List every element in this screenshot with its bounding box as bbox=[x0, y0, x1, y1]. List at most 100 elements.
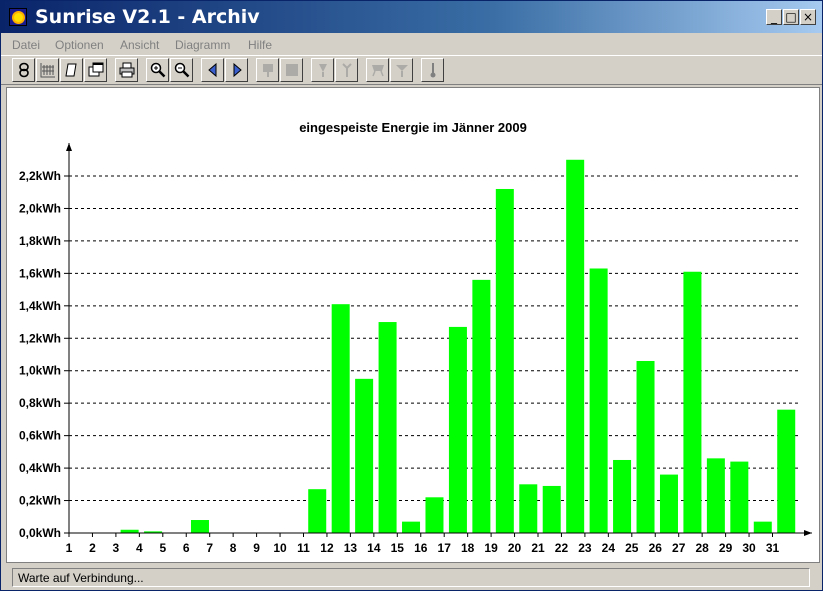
bar-day-16 bbox=[425, 497, 444, 533]
x-tick-label: 4 bbox=[136, 541, 143, 555]
x-tick-label: 12 bbox=[320, 541, 334, 555]
bar-day-26 bbox=[659, 474, 678, 533]
tool-d-button[interactable] bbox=[390, 58, 413, 82]
zoom-out-icon bbox=[174, 62, 190, 78]
bar-day-18 bbox=[472, 279, 491, 533]
x-tick-label: 5 bbox=[159, 541, 166, 555]
bar-day-30 bbox=[753, 521, 772, 533]
zoom-in-button[interactable] bbox=[146, 58, 169, 82]
bar-day-23 bbox=[589, 268, 608, 533]
grid-button[interactable] bbox=[36, 58, 59, 82]
x-tick-label: 22 bbox=[555, 541, 569, 555]
square-icon bbox=[286, 64, 298, 76]
connect-button[interactable] bbox=[12, 58, 35, 82]
menu-hilfe[interactable]: Hilfe bbox=[248, 38, 272, 52]
x-tick-label: 30 bbox=[742, 541, 756, 555]
x-tick-label: 16 bbox=[414, 541, 428, 555]
y-tick-label: 1,0kWh bbox=[19, 364, 61, 378]
menu-ansicht[interactable]: Ansicht bbox=[120, 38, 159, 52]
chart-title: eingespeiste Energie im Jänner 2009 bbox=[299, 120, 527, 135]
x-tick-label: 7 bbox=[206, 541, 213, 555]
bar-day-27 bbox=[683, 271, 702, 533]
x-tick-label: 13 bbox=[344, 541, 358, 555]
y-tick-label: 2,2kWh bbox=[19, 169, 61, 183]
x-tick-label: 31 bbox=[766, 541, 780, 555]
status-bar: Warte auf Verbindung... bbox=[1, 565, 822, 590]
y-tick-label: 2,0kWh bbox=[19, 201, 61, 215]
tool-d-icon bbox=[396, 65, 408, 77]
x-tick-label: 3 bbox=[113, 541, 120, 555]
x-axis-arrow bbox=[804, 530, 812, 536]
bar-day-28 bbox=[706, 458, 725, 533]
toolbar bbox=[1, 55, 822, 85]
y-tick-label: 0,2kWh bbox=[19, 494, 61, 508]
x-tick-label: 19 bbox=[484, 541, 498, 555]
x-tick-label: 26 bbox=[649, 541, 663, 555]
marker-button[interactable] bbox=[256, 58, 279, 82]
thermometer-icon bbox=[430, 63, 436, 78]
sun-icon bbox=[9, 8, 27, 26]
x-tick-label: 1 bbox=[66, 541, 73, 555]
y-tick-label: 1,8kWh bbox=[19, 234, 61, 248]
menu-bar: Datei Optionen Ansicht Diagramm Hilfe bbox=[1, 35, 822, 55]
y-tick-label: 1,6kWh bbox=[19, 266, 61, 280]
tool-c-button[interactable] bbox=[366, 58, 389, 82]
bar-day-15 bbox=[402, 521, 421, 533]
previous-button[interactable] bbox=[201, 58, 224, 82]
minimize-button[interactable]: _ bbox=[766, 9, 782, 25]
menu-datei[interactable]: Datei bbox=[12, 38, 40, 52]
square-button[interactable] bbox=[280, 58, 303, 82]
x-tick-label: 28 bbox=[695, 541, 709, 555]
y-tick-label: 0,0kWh bbox=[19, 526, 61, 540]
x-tick-label: 11 bbox=[297, 541, 310, 555]
grid-icon bbox=[40, 63, 55, 78]
windows-button[interactable] bbox=[84, 58, 107, 82]
energy-bar-chart: eingespeiste Energie im Jänner 2009 0,0kW… bbox=[19, 120, 812, 555]
tool-b-button[interactable] bbox=[335, 58, 358, 82]
bar-day-19 bbox=[495, 188, 514, 533]
x-tick-label: 2 bbox=[89, 541, 96, 555]
y-tick-label: 0,4kWh bbox=[19, 461, 61, 475]
bar-day-17 bbox=[448, 326, 467, 533]
bar-day-31 bbox=[777, 409, 796, 533]
x-tick-label: 8 bbox=[230, 541, 237, 555]
next-button[interactable] bbox=[225, 58, 248, 82]
y-tick-label: 1,2kWh bbox=[19, 331, 61, 345]
bar-day-6 bbox=[190, 520, 209, 533]
bar-day-14 bbox=[378, 322, 397, 533]
bar-day-25 bbox=[636, 360, 655, 533]
zoom-in-icon bbox=[150, 62, 166, 78]
bar-day-24 bbox=[613, 459, 632, 533]
bar-day-12 bbox=[331, 304, 350, 533]
tool-a-button[interactable] bbox=[311, 58, 334, 82]
x-tick-label: 23 bbox=[578, 541, 592, 555]
thermometer-button[interactable] bbox=[421, 58, 444, 82]
x-tick-label: 24 bbox=[602, 541, 616, 555]
x-tick-label: 25 bbox=[625, 541, 639, 555]
y-axis-arrow bbox=[66, 143, 72, 151]
chart-area: eingespeiste Energie im Jänner 2009 0,0kW… bbox=[6, 87, 820, 563]
close-button[interactable]: × bbox=[800, 9, 816, 25]
x-tick-label: 15 bbox=[391, 541, 405, 555]
marker-icon bbox=[263, 64, 273, 77]
tool-a-icon bbox=[319, 64, 327, 77]
status-panel: Warte auf Verbindung... bbox=[12, 568, 810, 587]
menu-optionen[interactable]: Optionen bbox=[55, 38, 104, 52]
x-tick-label: 14 bbox=[367, 541, 381, 555]
x-tick-label: 10 bbox=[273, 541, 287, 555]
tool-c-icon bbox=[372, 65, 384, 77]
status-text: Warte auf Verbindung... bbox=[18, 571, 144, 585]
y-tick-label: 0,6kWh bbox=[19, 429, 61, 443]
previous-icon bbox=[208, 62, 217, 78]
print-button[interactable] bbox=[115, 58, 138, 82]
y-tick-label: 0,8kWh bbox=[19, 396, 61, 410]
app-window: Sunrise V2.1 - Archiv _ □ × Datei Option… bbox=[0, 0, 823, 591]
zoom-out-button[interactable] bbox=[170, 58, 193, 82]
title-bar[interactable]: Sunrise V2.1 - Archiv _ □ × bbox=[1, 1, 822, 33]
document-icon bbox=[65, 63, 77, 77]
menu-diagramm[interactable]: Diagramm bbox=[175, 38, 230, 52]
connect-icon bbox=[19, 62, 29, 78]
maximize-button[interactable]: □ bbox=[783, 9, 799, 25]
x-tick-label: 6 bbox=[183, 541, 190, 555]
document-button[interactable] bbox=[60, 58, 83, 82]
